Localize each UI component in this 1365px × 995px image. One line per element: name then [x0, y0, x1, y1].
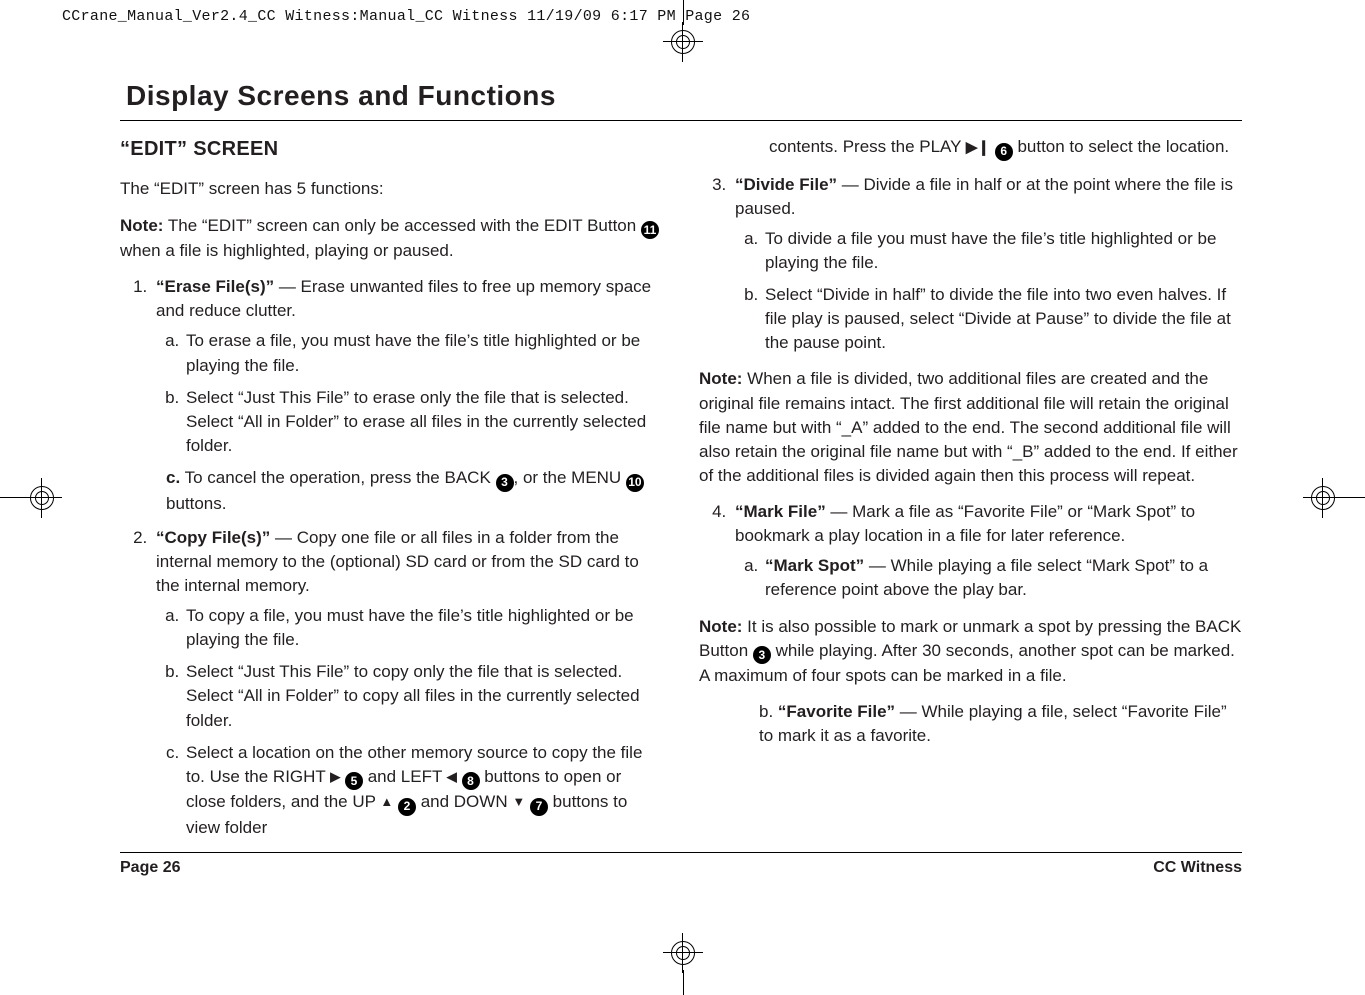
note-label: Note: [699, 617, 742, 636]
item-title: “Erase File(s)” [156, 277, 274, 296]
intro-text: The “EDIT” screen has 5 functions: [120, 177, 663, 201]
up-arrow-icon: ▲ [380, 793, 393, 811]
text-columns: “EDIT” SCREEN The “EDIT” screen has 5 fu… [120, 135, 1242, 852]
right-arrow-icon: ▶ [330, 768, 340, 786]
registration-mark [1303, 478, 1343, 518]
text: button to select the location. [1013, 137, 1229, 156]
sub-item: “Mark Spot” — While playing a file selec… [763, 554, 1242, 602]
sub-item-title: “Favorite File” [778, 702, 895, 721]
sub-item-text: buttons. [166, 494, 227, 513]
product-name: CC Witness [1153, 859, 1242, 877]
note-text: while playing. After 30 seconds, another… [699, 641, 1235, 686]
note-label: Note: [120, 216, 163, 235]
page-body: Display Screens and Functions “EDIT” SCR… [120, 80, 1242, 892]
note-edit-access: Note: The “EDIT” screen can only be acce… [120, 214, 663, 264]
sub-item: To divide a file you must have the file’… [763, 227, 1242, 275]
sub-item: Select a location on the other memory so… [184, 741, 663, 840]
list-item-erase: “Erase File(s)” — Erase unwanted files t… [152, 275, 663, 516]
note-divide: Note: When a file is divided, two additi… [699, 367, 1242, 488]
page-number: Page 26 [120, 859, 180, 877]
badge-3-icon: 3 [753, 646, 771, 664]
left-arrow-icon: ◀ [447, 768, 457, 786]
section-title: Display Screens and Functions [126, 80, 1242, 112]
sublist: To copy a file, you must have the file’s… [156, 604, 663, 840]
play-pause-icon: ▶❙ [966, 137, 990, 158]
note-mark-spot: Note: It is also possible to mark or unm… [699, 615, 1242, 689]
sub-item-text: and LEFT [363, 767, 447, 786]
badge-2-icon: 2 [398, 798, 416, 816]
sub-item: To erase a file, you must have the file’… [184, 329, 663, 377]
note-label: Note: [699, 369, 742, 388]
sub-item-c: c. To cancel the operation, press the BA… [156, 466, 663, 516]
registration-mark [663, 22, 703, 62]
down-arrow-icon: ▼ [512, 793, 525, 811]
badge-10-icon: 10 [626, 474, 644, 492]
sub-item: Select “Divide in half” to divide the fi… [763, 283, 1242, 355]
sub-item: Select “Just This File” to erase only th… [184, 386, 663, 458]
print-slug: CCrane_Manual_Ver2.4_CC Witness:Manual_C… [62, 8, 750, 25]
page-footer: Page 26 CC Witness [120, 859, 1242, 877]
crop-mark [683, 970, 684, 995]
item-title: “Copy File(s)” [156, 528, 270, 547]
sublist: To erase a file, you must have the file’… [156, 329, 663, 458]
sub-item-label: b. [759, 702, 778, 721]
badge-3-icon: 3 [496, 474, 514, 492]
function-list: “Erase File(s)” — Erase unwanted files t… [120, 275, 663, 840]
registration-mark [22, 478, 62, 518]
left-column: “EDIT” SCREEN The “EDIT” screen has 5 fu… [120, 135, 663, 852]
sub-item-text: To cancel the operation, press the BACK [180, 468, 495, 487]
item-title: “Mark File” [735, 502, 826, 521]
sub-item-text: and DOWN [416, 792, 512, 811]
list-item-divide: “Divide File” — Divide a file in half or… [731, 173, 1242, 356]
note-text: When a file is divided, two additional f… [699, 369, 1238, 485]
function-list-cont2: “Mark File” — Mark a file as “Favorite F… [699, 500, 1242, 603]
item-title: “Divide File” [735, 175, 837, 194]
list-item-copy: “Copy File(s)” — Copy one file or all fi… [152, 526, 663, 840]
copy-continuation: contents. Press the PLAY ▶❙ 6 button to … [699, 135, 1242, 161]
badge-5-icon: 5 [345, 772, 363, 790]
registration-mark [663, 933, 703, 973]
list-item-mark: “Mark File” — Mark a file as “Favorite F… [731, 500, 1242, 603]
sub-item-title: “Mark Spot” [765, 556, 864, 575]
sub-item-label: c. [166, 468, 180, 487]
sub-item-text: , or the MENU [514, 468, 626, 487]
badge-6-icon: 6 [995, 143, 1013, 161]
function-list-cont: “Divide File” — Divide a file in half or… [699, 173, 1242, 356]
subsection-heading: “EDIT” SCREEN [120, 135, 663, 163]
sublist: “Mark Spot” — While playing a file selec… [735, 554, 1242, 602]
favorite-file-sub: b. “Favorite File” — While playing a fil… [699, 700, 1242, 748]
note-text: The “EDIT” screen can only be accessed w… [163, 216, 641, 235]
footer-rule [120, 852, 1242, 853]
text: contents. Press the PLAY [769, 137, 966, 156]
sublist: To divide a file you must have the file’… [735, 227, 1242, 356]
right-column: contents. Press the PLAY ▶❙ 6 button to … [699, 135, 1242, 852]
crop-mark [1340, 497, 1365, 498]
badge-7-icon: 7 [530, 798, 548, 816]
note-text: when a file is highlighted, playing or p… [120, 241, 454, 260]
sub-item: Select “Just This File” to copy only the… [184, 660, 663, 732]
badge-8-icon: 8 [462, 772, 480, 790]
badge-11-icon: 11 [641, 221, 659, 239]
header-rule [120, 120, 1242, 121]
sub-item: To copy a file, you must have the file’s… [184, 604, 663, 652]
